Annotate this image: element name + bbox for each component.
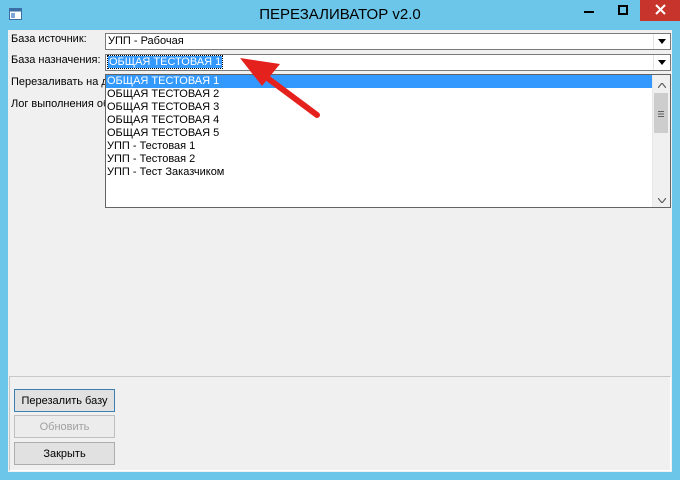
close-icon [654,3,666,18]
source-combobox[interactable]: УПП - Рабочая [105,33,671,50]
grip-icon [658,106,664,120]
scroll-down-button[interactable] [653,190,670,207]
scroll-up-button[interactable] [653,75,670,92]
chevron-down-icon[interactable] [653,55,670,70]
dropdown-item[interactable]: УПП - Тестовая 1 [106,140,195,153]
actions-panel: Перезалить базу Обновить Закрыть [9,376,671,471]
refresh-button[interactable]: Обновить [14,415,115,438]
dropdown-item[interactable]: ОБЩАЯ ТЕСТОВАЯ 5 [106,127,219,140]
minimize-button[interactable] [572,0,605,21]
dropdown-item[interactable]: ОБЩАЯ ТЕСТОВАЯ 1 [106,75,653,88]
dropdown-item[interactable]: УПП - Тестовая 2 [106,153,195,166]
dropdown-item[interactable]: ОБЩАЯ ТЕСТОВАЯ 3 [106,101,219,114]
form-client-area: База источник: УПП - Рабочая База назнач… [8,30,672,472]
target-combobox[interactable]: ОБЩАЯ ТЕСТОВАЯ 1 [105,54,671,71]
source-value: УПП - Рабочая [108,35,184,47]
target-value: ОБЩАЯ ТЕСТОВАЯ 1 [106,55,224,69]
chevron-down-icon[interactable] [653,34,670,49]
log-label: Лог выполнения об [11,98,110,110]
date-label: Перезаливать на д [11,76,108,88]
close-window-button[interactable] [640,0,680,21]
close-button[interactable]: Закрыть [14,442,115,465]
chevron-down-icon [657,192,666,206]
dropdown-item[interactable]: ОБЩАЯ ТЕСТОВАЯ 2 [106,88,219,101]
target-label: База назначения: [11,54,101,66]
reload-database-button[interactable]: Перезалить базу [14,389,115,412]
dropdown-item[interactable]: ОБЩАЯ ТЕСТОВАЯ 4 [106,114,219,127]
chevron-up-icon [657,77,666,91]
scroll-thumb[interactable] [654,93,668,133]
target-dropdown-list[interactable]: ОБЩАЯ ТЕСТОВАЯ 1 ОБЩАЯ ТЕСТОВАЯ 2 ОБЩАЯ … [105,74,671,208]
app-window: ПЕРЕЗАЛИВАТОР v2.0 База источник: УПП - … [0,0,680,480]
maximize-icon [617,4,628,18]
title-bar[interactable]: ПЕРЕЗАЛИВАТОР v2.0 [0,0,680,30]
maximize-button[interactable] [606,0,639,21]
minimize-icon [583,4,594,18]
source-label: База источник: [11,33,87,45]
dropdown-item[interactable]: УПП - Тест Заказчиком [106,166,224,179]
dropdown-scrollbar[interactable] [652,75,670,207]
